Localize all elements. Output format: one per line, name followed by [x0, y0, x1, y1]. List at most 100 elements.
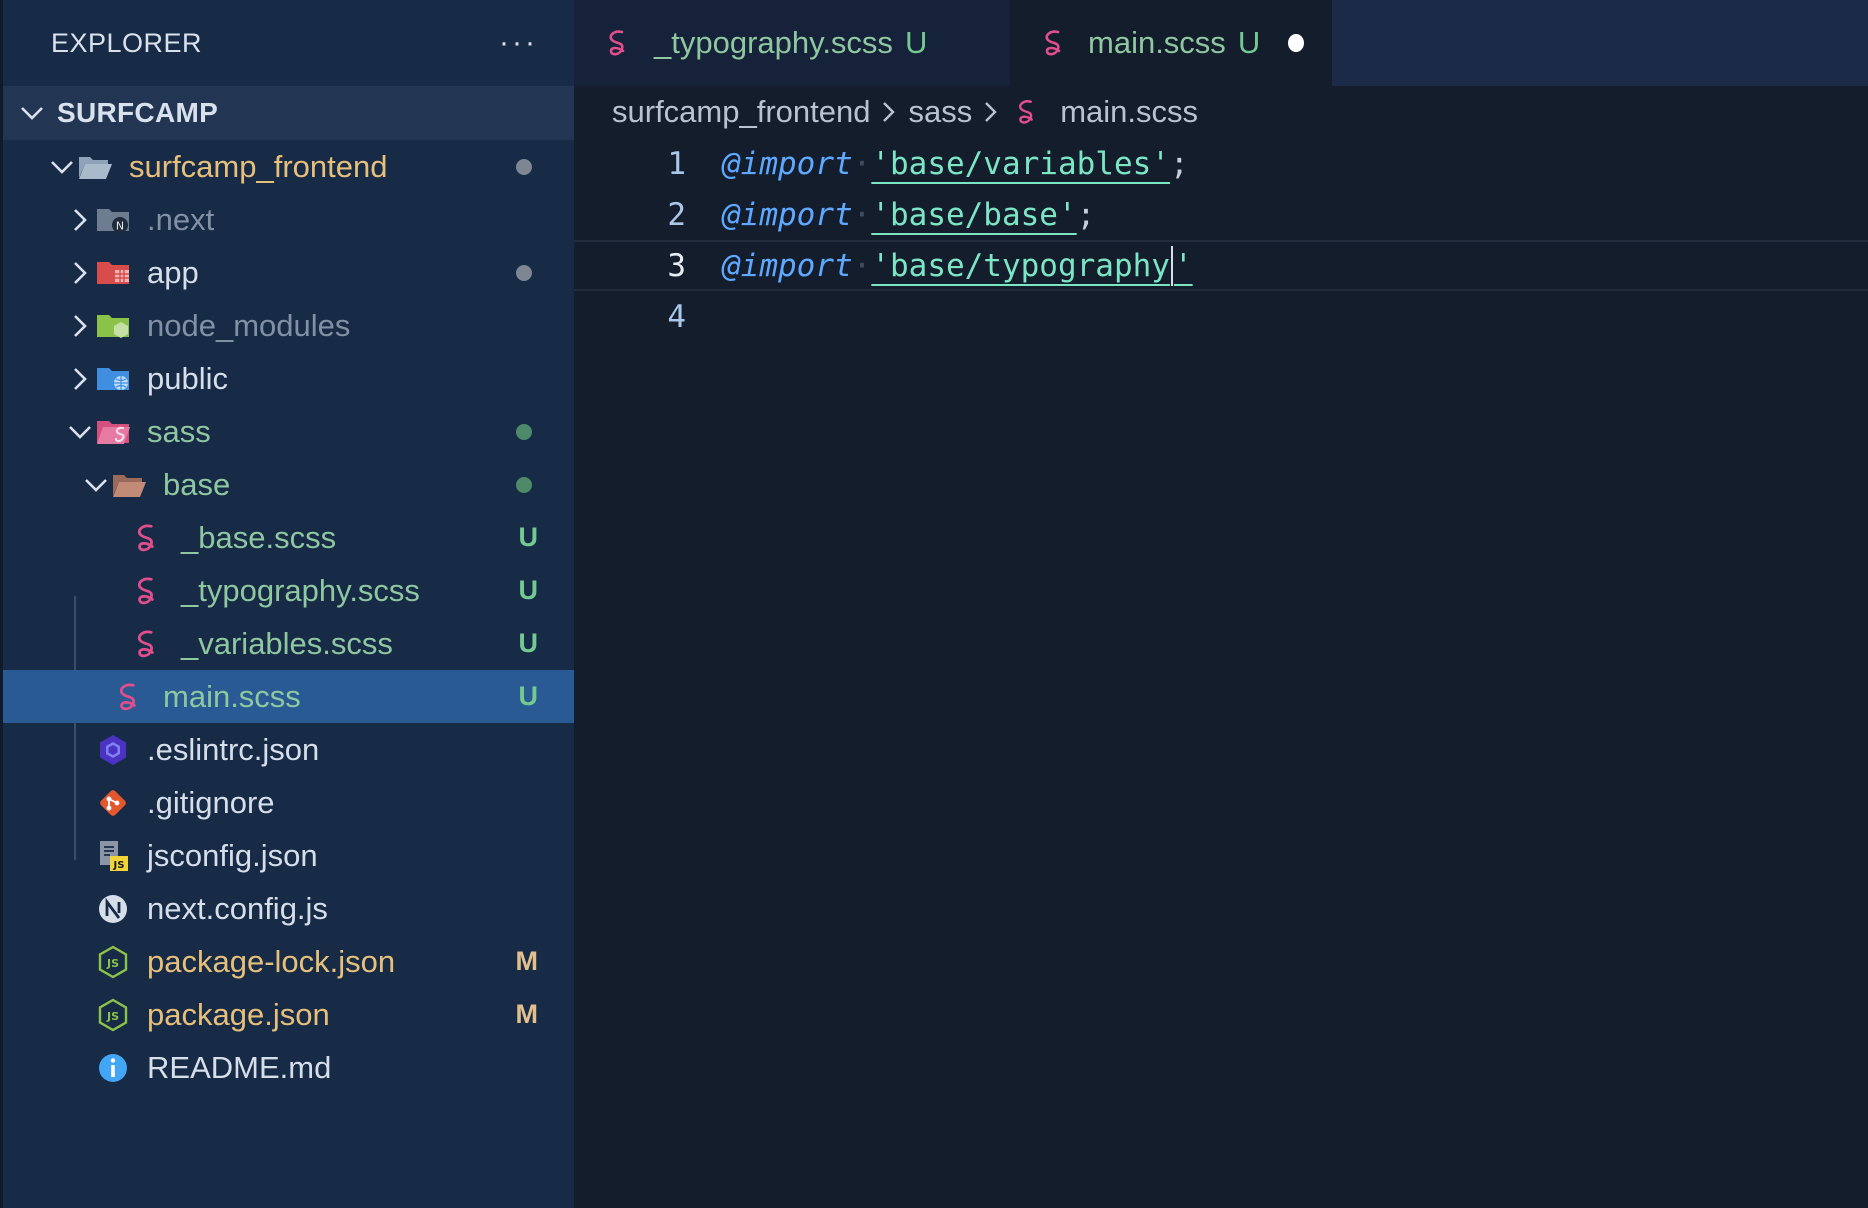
tab-main-scss[interactable]: main.scss U — [1010, 0, 1332, 86]
breadcrumb-item-file[interactable]: main.scss — [1060, 94, 1198, 130]
svg-text:N: N — [116, 219, 124, 232]
nextjs-icon — [95, 891, 131, 927]
tree-item-node-modules[interactable]: node_modules — [3, 299, 574, 352]
git-status-badge: U — [518, 575, 539, 605]
line-number: 3 — [667, 247, 686, 284]
line-number: 2 — [667, 196, 686, 233]
git-icon — [95, 785, 131, 821]
tree-item-main-scss[interactable]: main.scss U — [3, 670, 574, 723]
whitespace-marker: · — [852, 247, 872, 284]
tree-item-label: app — [147, 254, 199, 290]
line-number: 1 — [667, 145, 686, 182]
svg-text:JS: JS — [106, 1010, 119, 1023]
vscode-window: EXPLORER ··· SURFCAMP surfcamp_frontend N… — [0, 0, 1868, 1208]
tree-item-label: public — [147, 360, 228, 396]
tree-item-label: jsconfig.json — [147, 837, 318, 873]
tab-typography-scss[interactable]: _typography.scss U — [574, 0, 1010, 86]
folder-base-icon — [111, 467, 147, 503]
tree-item-label: node_modules — [147, 307, 351, 343]
tree-item-next-config-js[interactable]: next.config.js — [3, 882, 574, 935]
text-cursor — [1170, 245, 1173, 286]
string-token: 'base/variables' — [871, 145, 1170, 182]
tree-item-surfcamp-frontend[interactable]: surfcamp_frontend — [3, 140, 574, 193]
keyword-token: @import — [722, 247, 853, 284]
explorer-header: EXPLORER ··· — [3, 0, 574, 86]
keyword-token: @import — [722, 145, 853, 182]
chevron-down-icon — [51, 160, 73, 174]
chevron-right-icon — [985, 102, 997, 122]
code-editor[interactable]: 1 @import ·'base/variables'; 2 @import ·'b… — [574, 138, 1868, 342]
whitespace-marker: · — [852, 145, 872, 182]
explorer-title: EXPLORER — [51, 27, 203, 58]
tree-item-label: README.md — [147, 1049, 332, 1085]
tree-item-label: surfcamp_frontend — [129, 148, 388, 184]
tree-item-label: .gitignore — [147, 784, 275, 820]
tree-item-typography-scss[interactable]: _typography.scss U — [3, 564, 574, 617]
tree-item-public[interactable]: public — [3, 352, 574, 405]
tree-item-next[interactable]: N .next — [3, 193, 574, 246]
string-token: 'base/typography — [871, 247, 1170, 284]
sass-icon — [111, 679, 147, 715]
chevron-right-icon — [74, 261, 87, 284]
code-line[interactable]: 4 — [574, 291, 1868, 342]
git-status-badge: M — [515, 999, 539, 1029]
tree-item-readme-md[interactable]: README.md — [3, 1041, 574, 1094]
tree-item-label: .next — [147, 201, 215, 237]
code-line[interactable]: 1 @import ·'base/variables'; — [574, 138, 1868, 189]
folder-open-icon — [77, 149, 113, 185]
workspace-section-header[interactable]: SURFCAMP — [3, 86, 574, 140]
string-token: 'base/base' — [871, 196, 1077, 233]
modified-indicator-dot — [516, 264, 532, 281]
tree-item-label: package.json — [147, 996, 330, 1032]
chevron-down-icon — [21, 107, 43, 120]
modified-indicator-dot — [516, 476, 532, 493]
punctuation-token: ; — [1169, 145, 1189, 182]
code-line[interactable]: 2 @import ·'base/base'; — [574, 189, 1868, 240]
code-line-current[interactable]: 3 @import ·'base/typography ' — [574, 240, 1868, 291]
sass-icon — [602, 26, 636, 60]
tree-item-label: _base.scss — [181, 519, 337, 555]
workspace-name: SURFCAMP — [57, 97, 219, 128]
tree-item-base[interactable]: base — [3, 458, 574, 511]
sass-icon — [1012, 96, 1044, 128]
tree-item-gitignore[interactable]: .gitignore — [3, 776, 574, 829]
unsaved-changes-dot[interactable] — [1288, 34, 1304, 52]
breadcrumb-item-folder[interactable]: sass — [908, 94, 972, 130]
sass-icon — [129, 573, 165, 609]
chevron-down-icon — [69, 425, 91, 439]
tree-item-label: base — [163, 466, 231, 502]
tree-item-jsconfig-json[interactable]: JS jsconfig.json — [3, 829, 574, 882]
sass-icon — [1038, 26, 1070, 60]
string-token: ' — [1173, 247, 1193, 284]
chevron-down-icon — [85, 478, 107, 492]
sass-icon — [129, 520, 165, 556]
folder-sass-icon — [95, 414, 131, 450]
tree-item-label: .eslintrc.json — [147, 731, 320, 767]
tree-item-label: next.config.js — [147, 890, 328, 926]
tree-item-package-lock-json[interactable]: JS package-lock.json M — [3, 935, 574, 988]
tab-git-status: U — [1237, 25, 1261, 60]
line-number: 4 — [667, 298, 686, 335]
tree-item-package-json[interactable]: JS package.json M — [3, 988, 574, 1041]
more-actions-button[interactable]: ··· — [499, 26, 538, 60]
git-status-badge: U — [518, 628, 539, 658]
punctuation-token: ; — [1076, 196, 1096, 233]
tree-item-app[interactable]: app — [3, 246, 574, 299]
tree-item-sass[interactable]: sass — [3, 405, 574, 458]
keyword-token: @import — [722, 196, 853, 233]
sass-icon — [129, 626, 165, 662]
tree-item-variables-scss[interactable]: _variables.scss U — [3, 617, 574, 670]
breadcrumb-item-root[interactable]: surfcamp_frontend — [612, 94, 870, 130]
chevron-right-icon — [883, 102, 896, 122]
modified-indicator-dot — [516, 158, 532, 175]
tree-item-eslintrc-json[interactable]: .eslintrc.json — [3, 723, 574, 776]
tree-item-base-scss[interactable]: _base.scss U — [3, 511, 574, 564]
tree-item-label: _typography.scss — [181, 572, 420, 608]
